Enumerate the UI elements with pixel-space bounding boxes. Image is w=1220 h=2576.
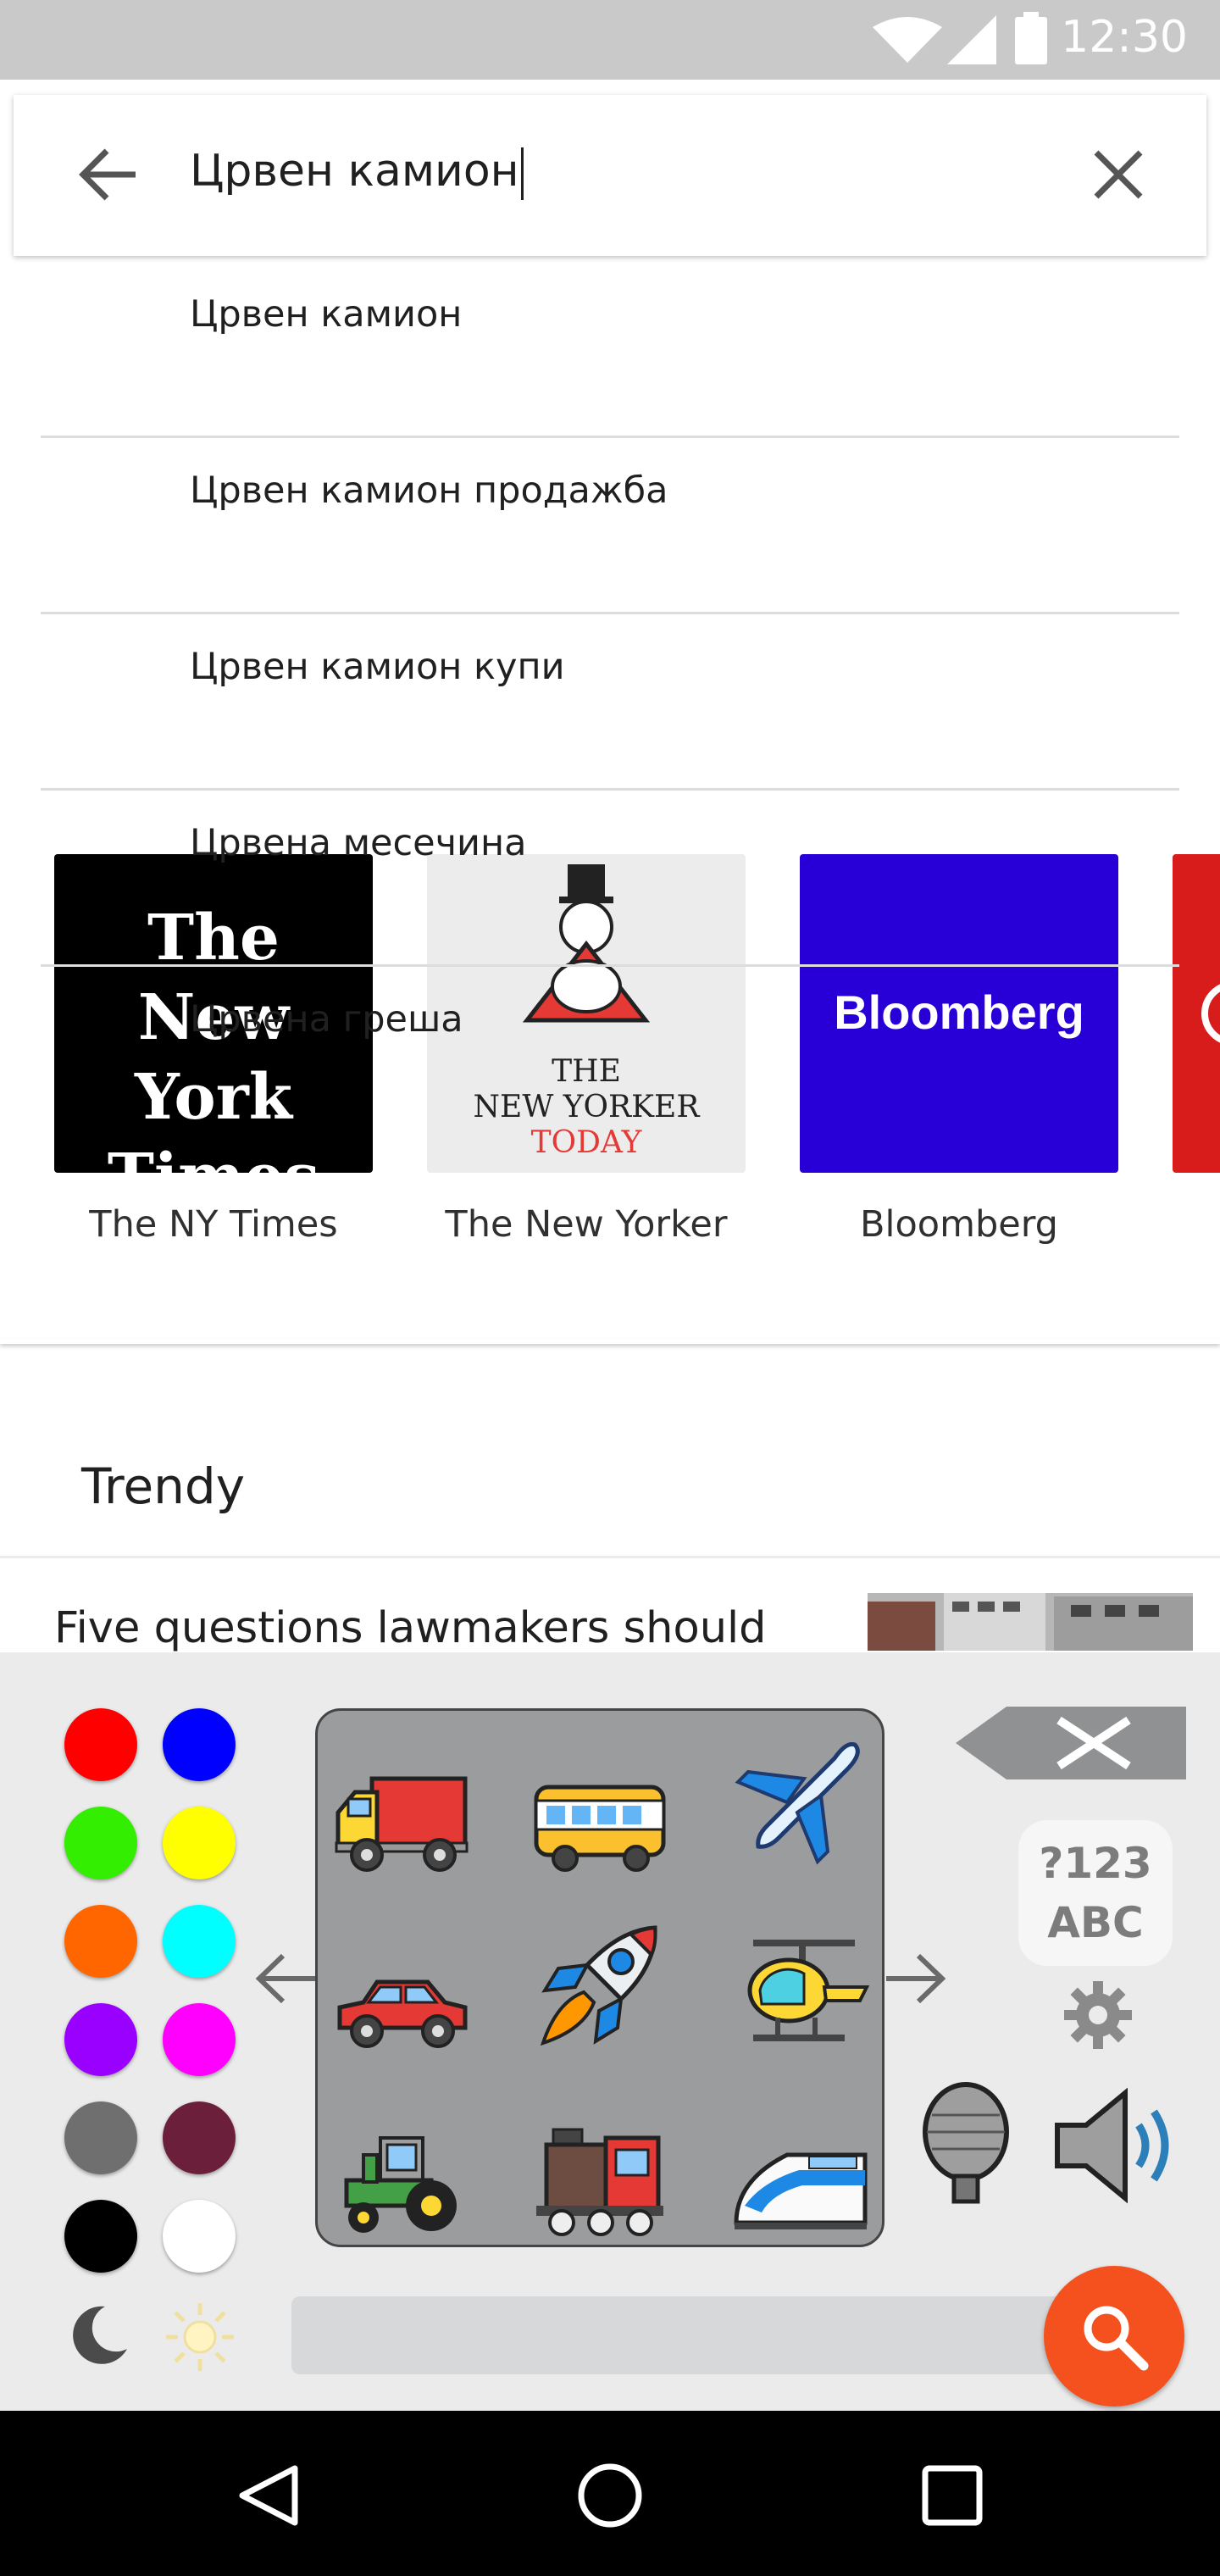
suggestion-item[interactable]: Црвен камион продажба <box>41 436 1179 614</box>
color-swatch-red[interactable] <box>64 1708 137 1781</box>
color-swatch-black[interactable] <box>64 2200 137 2273</box>
speaker-icon[interactable] <box>1049 2086 1184 2205</box>
bullet-train-icon[interactable] <box>728 2104 872 2248</box>
light-mode-sun-icon[interactable] <box>164 2301 236 2373</box>
news-source-label: The NY Times <box>89 1203 338 1246</box>
symbols-label: ?123 <box>1039 1839 1152 1888</box>
color-swatch-magenta[interactable] <box>163 2003 236 2076</box>
color-swatch-white[interactable] <box>163 2200 236 2273</box>
nyt-logo-line: Times <box>54 1137 373 1173</box>
suggestion-label: Црвен камион продажба <box>190 469 668 512</box>
suggestion-label: Црвена месечина <box>190 822 527 864</box>
color-swatch-orange[interactable] <box>64 1905 137 1978</box>
divider <box>0 1556 1220 1558</box>
wifi-icon <box>873 17 942 63</box>
back-arrow-icon[interactable] <box>69 136 147 214</box>
navigation-bar <box>0 2411 1220 2576</box>
news-source-label: Bloomberg <box>860 1203 1058 1246</box>
back-triangle-icon[interactable] <box>236 2462 303 2529</box>
settings-gear-icon[interactable] <box>1062 1979 1134 2051</box>
delivery-truck-icon[interactable] <box>330 1745 474 1889</box>
battery-icon <box>1015 12 1047 64</box>
search-query-text: Црвен камион <box>190 146 519 197</box>
suggestion-item[interactable]: Црвена греша <box>41 964 1179 1141</box>
keyboard-text-bar[interactable] <box>291 2296 1088 2374</box>
search-input[interactable]: Црвен камион <box>190 146 524 200</box>
search-bar: Црвен камион <box>14 95 1206 256</box>
rocket-icon[interactable] <box>528 1914 672 2058</box>
signal-icon <box>947 15 996 64</box>
airplane-icon[interactable] <box>728 1728 872 1872</box>
color-swatch-purple[interactable] <box>64 2003 137 2076</box>
home-circle-icon[interactable] <box>574 2460 646 2531</box>
suggestion-label: Црвена греша <box>190 998 463 1041</box>
color-swatch-yellow[interactable] <box>163 1807 236 1879</box>
tractor-icon[interactable] <box>330 2104 474 2248</box>
color-swatch-green[interactable] <box>64 1807 137 1879</box>
recents-square-icon[interactable] <box>920 2463 984 2528</box>
text-caret <box>520 147 524 200</box>
suggestion-label: Црвен камион купи <box>190 646 565 688</box>
symbols-abc-key[interactable]: ?123 ABC <box>1018 1820 1173 1966</box>
previous-page-arrow-icon[interactable] <box>254 1949 319 2008</box>
suggestion-item[interactable]: Црвен камион <box>41 259 1179 438</box>
locomotive-icon[interactable] <box>528 2104 672 2248</box>
microphone-icon[interactable] <box>915 2081 1017 2208</box>
status-bar: 12:30 <box>0 0 1220 80</box>
section-divider <box>0 1339 1220 1344</box>
backspace-key-icon[interactable] <box>954 1705 1188 1781</box>
emoji-panel <box>315 1708 884 2247</box>
section-heading: Trendy <box>81 1457 246 1515</box>
news-source-partial[interactable] <box>1173 854 1220 1173</box>
search-action-button[interactable] <box>1044 2266 1184 2407</box>
helicopter-icon[interactable] <box>728 1923 872 2067</box>
color-swatch-blue[interactable] <box>163 1708 236 1781</box>
suggestion-item[interactable]: Црвен камион купи <box>41 612 1179 791</box>
article-title[interactable]: Five questions lawmakers should <box>54 1603 767 1653</box>
color-swatch-cyan[interactable] <box>163 1905 236 1978</box>
suggestion-item[interactable]: Црвена месечина <box>41 788 1179 967</box>
clear-icon[interactable] <box>1081 137 1156 212</box>
article-thumbnail[interactable] <box>868 1593 1193 1651</box>
search-icon <box>1084 2306 1149 2371</box>
color-swatch-gray[interactable] <box>64 2101 137 2174</box>
bus-icon[interactable] <box>528 1745 672 1889</box>
clock: 12:30 <box>1061 12 1188 63</box>
color-swatch-maroon[interactable] <box>163 2101 236 2174</box>
next-page-arrow-icon[interactable] <box>883 1949 947 2008</box>
car-icon[interactable] <box>330 1935 474 2079</box>
abc-label: ABC <box>1047 1898 1144 1947</box>
dark-mode-moon-icon[interactable] <box>64 2301 132 2369</box>
suggestion-label: Црвен камион <box>190 293 463 336</box>
building-image <box>868 1593 1193 1651</box>
news-source-label: The New Yorker <box>445 1203 728 1246</box>
